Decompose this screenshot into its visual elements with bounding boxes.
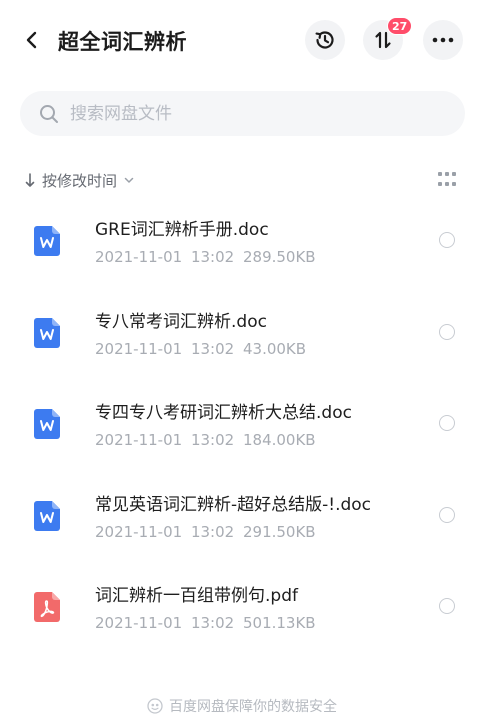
file-name: GRE词汇辨析手册.doc: [95, 220, 269, 240]
file-meta: 2021-11-01 13:02 43.00KB: [95, 340, 306, 358]
file-date: 2021-11-01: [95, 431, 183, 449]
file-meta: 2021-11-01 13:02 291.50KB: [95, 523, 316, 541]
file-meta: 2021-11-01 13:02 289.50KB: [95, 248, 316, 266]
file-size: 291.50KB: [242, 522, 316, 541]
chevron-left-icon: [26, 31, 37, 49]
select-checkbox[interactable]: [439, 598, 455, 614]
file-row[interactable]: 词汇辨析一百组带例句.pdf 2021-11-01 13:02 501.13KB: [0, 566, 484, 658]
search-input[interactable]: [70, 103, 430, 124]
security-footer: 百度网盘保障你的数据安全: [0, 694, 484, 718]
file-date: 2021-11-01: [95, 248, 183, 266]
word-doc-icon: [34, 409, 60, 439]
file-date: 2021-11-01: [95, 614, 183, 632]
select-checkbox[interactable]: [439, 232, 455, 248]
file-size: 43.00KB: [242, 339, 307, 358]
sort-label: 按修改时间: [42, 171, 118, 190]
pdf-doc-icon: [34, 592, 60, 622]
word-doc-icon: [34, 226, 60, 256]
word-doc-icon: [34, 317, 60, 348]
sort-button[interactable]: 按修改时间: [24, 170, 135, 191]
file-time: 13:02: [190, 339, 235, 358]
select-checkbox[interactable]: [439, 415, 455, 431]
file-time: 13:02: [190, 431, 235, 449]
transfer-count-badge: 27: [387, 17, 413, 35]
footer-text: 百度网盘保障你的数据安全: [169, 699, 337, 715]
history-button[interactable]: [305, 20, 345, 60]
back-button[interactable]: [16, 24, 48, 56]
history-icon: [315, 31, 334, 49]
file-time: 13:02: [190, 522, 235, 541]
file-row[interactable]: 专四专八考研词汇辨析大总结.doc 2021-11-01 13:02 184.0…: [0, 383, 484, 475]
top-bar: 超全词汇辨析 27: [0, 0, 484, 82]
file-list: GRE词汇辨析手册.doc 2021-11-01 13:02 289.50KB …: [0, 200, 484, 658]
file-name: 词汇辨析一百组带例句.pdf: [95, 586, 298, 606]
arrow-down-icon: [25, 173, 35, 187]
word-doc-icon: [34, 500, 60, 531]
file-name: 常见英语词汇辨析-超好总结版-!.doc: [95, 494, 372, 515]
file-row[interactable]: 专八常考词汇辨析.doc 2021-11-01 13:02 43.00KB: [0, 292, 484, 384]
file-size: 184.00KB: [242, 431, 316, 449]
file-row[interactable]: GRE词汇辨析手册.doc 2021-11-01 13:02 289.50KB: [0, 200, 484, 292]
file-size: 289.50KB: [242, 248, 316, 266]
file-name: 专八常考词汇辨析.doc: [95, 311, 267, 332]
more-button[interactable]: [423, 20, 463, 60]
more-dots-icon: [432, 37, 454, 43]
select-checkbox[interactable]: [439, 323, 455, 340]
file-meta: 2021-11-01 13:02 184.00KB: [95, 431, 316, 449]
search-icon: [38, 103, 60, 125]
baidu-cloud-logo-icon: [147, 698, 163, 714]
page-title: 超全词汇辨析: [58, 30, 187, 54]
file-time: 13:02: [190, 614, 235, 632]
chevron-down-icon: [124, 177, 134, 183]
sort-bar: 按修改时间: [24, 166, 464, 194]
file-time: 13:02: [190, 248, 235, 266]
file-size: 501.13KB: [242, 614, 316, 632]
file-row[interactable]: 常见英语词汇辨析-超好总结版-!.doc 2021-11-01 13:02 29…: [0, 475, 484, 567]
file-date: 2021-11-01: [95, 522, 183, 541]
select-checkbox[interactable]: [439, 506, 455, 523]
transfer-button[interactable]: 27: [363, 17, 413, 60]
file-date: 2021-11-01: [95, 339, 183, 358]
file-meta: 2021-11-01 13:02 501.13KB: [95, 614, 316, 632]
search-bar[interactable]: [20, 91, 465, 136]
file-name: 专四专八考研词汇辨析大总结.doc: [95, 403, 352, 423]
grid-view-icon[interactable]: [438, 172, 456, 188]
